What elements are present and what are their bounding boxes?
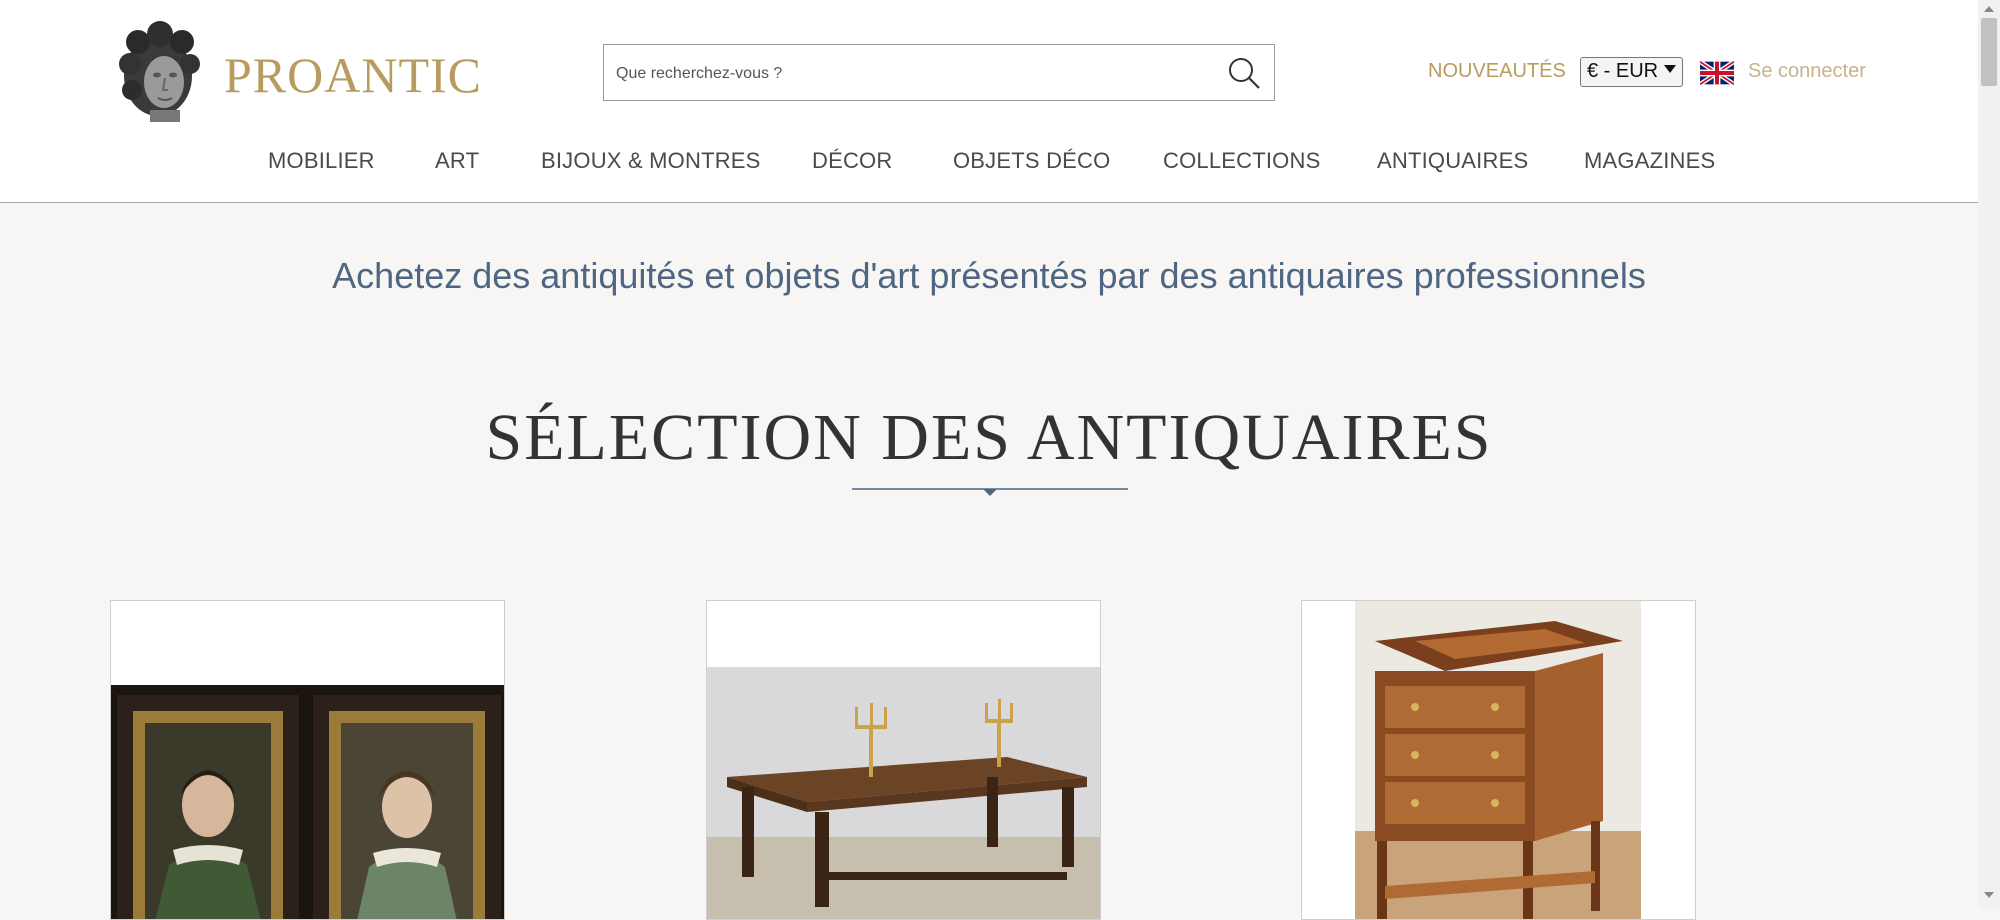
product-card-portraits[interactable] — [110, 600, 505, 920]
product-card-table[interactable] — [706, 600, 1101, 920]
product-card-side-table[interactable] — [1301, 600, 1696, 920]
scroll-thumb[interactable] — [1981, 18, 1997, 86]
sculpted-head-logo-icon — [119, 21, 200, 122]
chevron-down-icon — [1664, 65, 1676, 73]
search-box — [603, 44, 1275, 102]
nav-item-bijoux-montres[interactable]: BIJOUX & MONTRES — [541, 148, 761, 174]
brand-name[interactable]: PROANTIC — [224, 46, 482, 104]
section-title: SÉLECTION DES ANTIQUAIRES — [485, 401, 1493, 474]
scroll-up-arrow-icon[interactable] — [1984, 6, 1994, 12]
signin-link[interactable]: Se connecter — [1748, 60, 1866, 83]
currency-value: € - EUR — [1587, 60, 1659, 82]
nav-item-art[interactable]: ART — [435, 148, 479, 174]
search-input[interactable] — [614, 45, 1198, 102]
pair-of-portrait-paintings-image — [111, 685, 504, 919]
nav-item-collections[interactable]: COLLECTIONS — [1163, 148, 1320, 174]
site-header: PROANTIC NOUVEAUTÉS € - EUR Se connecter… — [0, 0, 1978, 203]
nouveautes-link[interactable]: NOUVEAUTÉS — [1428, 60, 1566, 83]
page-tagline: Achetez des antiquités et objets d'art p… — [332, 255, 1646, 296]
marquetry-side-table-image — [1355, 601, 1641, 919]
uk-flag-icon[interactable] — [1700, 61, 1734, 85]
nav-item-magazines[interactable]: MAGAZINES — [1584, 148, 1715, 174]
title-divider — [852, 488, 1128, 496]
main-nav: MOBILIER ART BIJOUX & MONTRES DÉCOR OBJE… — [0, 148, 1978, 178]
search-icon[interactable] — [1226, 55, 1262, 91]
nav-item-objets-deco[interactable]: OBJETS DÉCO — [953, 148, 1110, 174]
nav-item-mobilier[interactable]: MOBILIER — [268, 148, 375, 174]
vertical-scrollbar[interactable] — [1978, 0, 2000, 908]
currency-select[interactable]: € - EUR — [1580, 57, 1683, 87]
long-wooden-table-with-candelabras-image — [707, 667, 1100, 919]
scroll-down-arrow-icon[interactable] — [1984, 892, 1994, 898]
nav-item-decor[interactable]: DÉCOR — [812, 148, 892, 174]
nav-item-antiquaires[interactable]: ANTIQUAIRES — [1377, 148, 1528, 174]
logo[interactable]: PROANTIC — [110, 20, 481, 124]
